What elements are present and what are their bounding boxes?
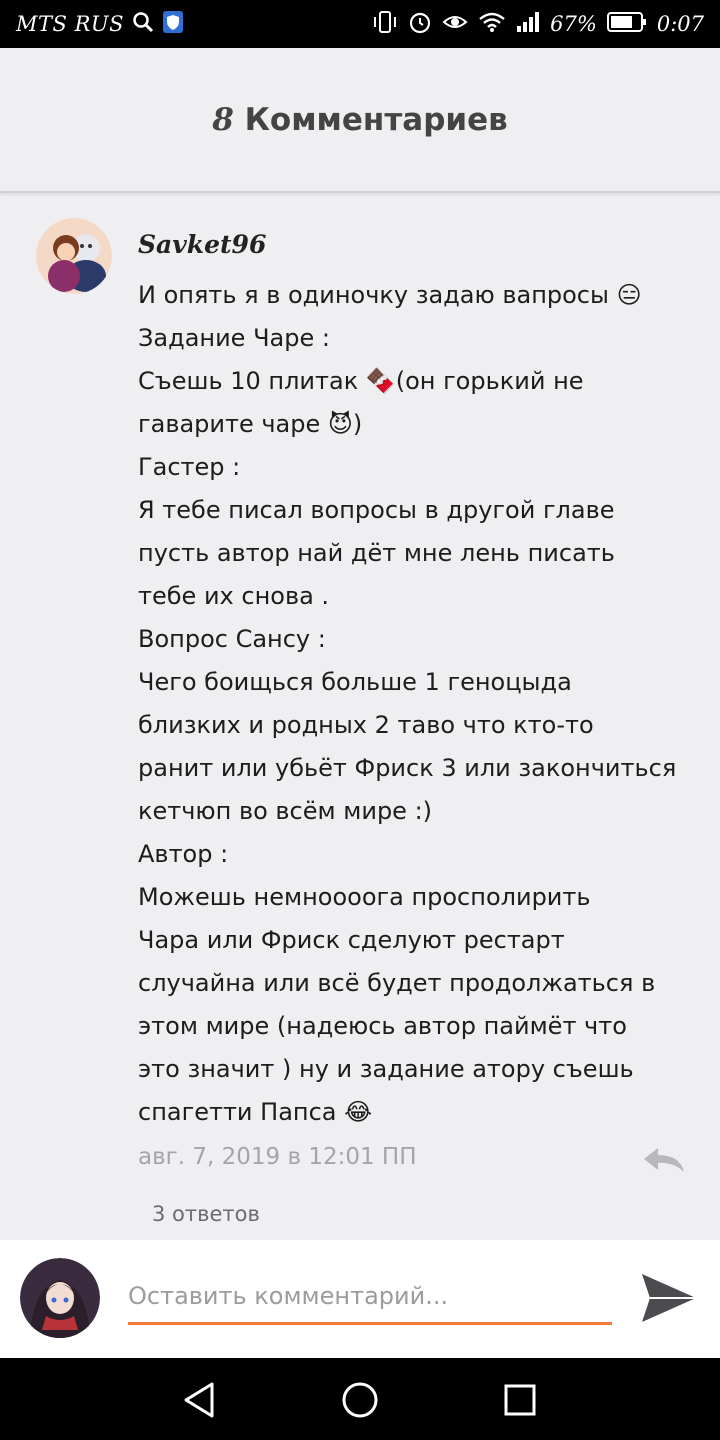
clock: 0:07 — [656, 12, 704, 36]
status-right: 67% 0:07 — [372, 10, 704, 38]
comment-line: тебе их снова . — [138, 582, 330, 610]
comment-line: Можешь немноооога просполирить — [138, 883, 591, 911]
vibrate-icon — [372, 10, 398, 38]
comment-timestamp: авг. 7, 2019 в 12:01 ПП — [138, 1144, 417, 1170]
comment-input-bar — [0, 1240, 720, 1358]
comment-input[interactable] — [128, 1270, 612, 1325]
page-header: 8 Комментариев — [0, 48, 720, 193]
comment-line: ранит или убьёт Фриск 3 или закончиться — [138, 754, 677, 782]
comment-line: И опять я в одиночку задаю вапросы 😑 — [138, 281, 642, 309]
eye-icon — [442, 11, 468, 37]
page-title: 8 Комментариев — [212, 102, 508, 138]
comment-count-label: Комментариев — [244, 101, 508, 138]
comment-line: Чего боищься больше 1 геноцыда — [138, 668, 572, 696]
battery-icon — [606, 11, 647, 37]
comment-line: это значит ) ну и задание атору съешь — [138, 1055, 634, 1083]
status-left: MTS RUS — [16, 10, 184, 38]
comment-line: кетчюп во всём мире :) — [138, 797, 433, 825]
comment-line: Вопрос Сансу : — [138, 625, 326, 653]
comment-item: Savket96 И опять я в одиночку задаю вапр… — [0, 194, 720, 1238]
comment-line: случайна или всё будет продолжаться в — [138, 969, 656, 997]
comment-line: спагетти Папса 😂 — [138, 1098, 373, 1126]
author-avatar[interactable] — [36, 218, 112, 294]
send-button[interactable] — [638, 1270, 700, 1326]
replies-link[interactable]: 3 ответов — [152, 1202, 260, 1226]
comment-line: близких и родных 2 таво что кто-то — [138, 711, 594, 739]
wifi-icon — [478, 11, 506, 37]
comment-line: Гастер : — [138, 453, 241, 481]
comment-line: пусть автор най дёт мне лень писать — [138, 539, 615, 567]
alarm-icon — [408, 10, 432, 38]
reply-icon[interactable] — [642, 1146, 686, 1174]
comment-line: Задание Чаре : — [138, 324, 330, 352]
comment-line: Съешь 10 плитак 🍫(он горький не — [138, 367, 584, 395]
search-icon — [132, 11, 154, 37]
comment-text: И опять я в одиночку задаю вапросы 😑 Зад… — [138, 274, 708, 1134]
signal-icon — [516, 11, 540, 37]
battery-percent: 67% — [550, 12, 597, 36]
comment-count: 8 — [212, 101, 234, 138]
home-icon[interactable] — [338, 1378, 382, 1422]
status-bar: MTS RUS 67% 0:07 — [0, 0, 720, 48]
comment-line: Автор : — [138, 840, 229, 868]
system-nav-bar — [0, 1358, 720, 1440]
comment-line: Я тебе писал вопросы в другой главе — [138, 496, 615, 524]
user-avatar[interactable] — [20, 1258, 100, 1338]
back-icon[interactable] — [178, 1378, 222, 1422]
comment-line: Чара или Фриск сделуют рестарт — [138, 926, 565, 954]
send-icon — [642, 1274, 696, 1322]
comment-author[interactable]: Savket96 — [138, 230, 266, 259]
shield-icon — [162, 10, 184, 38]
comment-line: гаварите чаре 😈) — [138, 410, 363, 438]
recents-icon[interactable] — [498, 1378, 542, 1422]
comment-line: этом мире (надеюсь автор паймёт что — [138, 1012, 627, 1040]
carrier-label: MTS RUS — [16, 12, 124, 36]
